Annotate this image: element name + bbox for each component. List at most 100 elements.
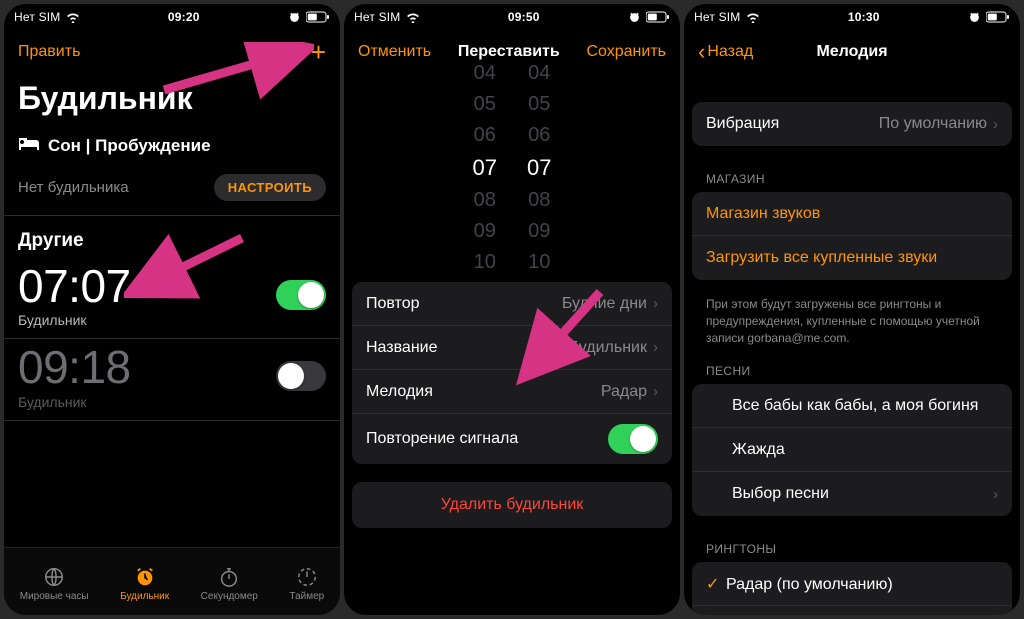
- battery-icon: [306, 11, 330, 23]
- carrier-text: Нет SIM: [694, 10, 741, 24]
- others-header: Другие: [4, 216, 340, 258]
- vibration-row[interactable]: Вибрация По умолчанию ›: [692, 102, 1012, 146]
- song-name: Все бабы как бабы, а моя богиня: [706, 397, 978, 415]
- add-alarm-button[interactable]: +: [256, 39, 326, 65]
- status-time: 09:50: [508, 10, 540, 24]
- tab-label: Будильник: [120, 591, 169, 602]
- timer-icon: [294, 565, 320, 589]
- snooze-label: Повторение сигнала: [366, 430, 518, 448]
- nav-bar: ‹ Назад Мелодия: [684, 30, 1020, 74]
- back-label: Назад: [707, 43, 753, 61]
- snooze-toggle[interactable]: [608, 424, 658, 454]
- bed-icon: [18, 135, 40, 156]
- tab-label: Секундомер: [201, 591, 258, 602]
- name-value: Будильник: [569, 339, 647, 357]
- nav-bar: Править +: [4, 30, 340, 74]
- name-row[interactable]: Название Будильник ›: [352, 326, 672, 370]
- tab-alarm[interactable]: Будильник: [120, 565, 169, 602]
- screen-edit-alarm: Нет SIM 09:50 Отменить Переставить Сохра…: [344, 4, 680, 615]
- screen-alarm-list: Нет SIM 09:20 Править + Будильник Сон | …: [4, 4, 340, 615]
- chevron-right-icon: ›: [993, 116, 998, 133]
- status-alarm-icon: [628, 11, 641, 24]
- nav-bar: Отменить Переставить Сохранить: [344, 30, 680, 74]
- vibration-label: Вибрация: [706, 115, 779, 133]
- screen-sound-picker: Нет SIM 10:30 ‹ Назад Мелодия Вибрация П…: [684, 4, 1020, 615]
- edit-button[interactable]: Править: [18, 43, 88, 61]
- wifi-icon: [746, 12, 760, 23]
- globe-icon: [41, 565, 67, 589]
- download-purchased-link[interactable]: Загрузить все купленные звуки: [692, 236, 1012, 280]
- picker-hours[interactable]: 04 05 06 07 08 09 10: [473, 62, 497, 274]
- time-picker[interactable]: 04 05 06 07 08 09 10 04 05 06 07 08 09 1…: [344, 78, 680, 258]
- pick-song-label: Выбор песни: [706, 485, 829, 503]
- page-title: Будильник: [4, 74, 340, 125]
- sound-label: Мелодия: [366, 383, 433, 401]
- cancel-button[interactable]: Отменить: [358, 43, 431, 61]
- tab-timer[interactable]: Таймер: [289, 565, 324, 602]
- chevron-right-icon: ›: [993, 486, 998, 503]
- status-time: 09:20: [168, 10, 200, 24]
- chevron-left-icon: ‹: [698, 43, 705, 61]
- sound-value: Радар: [601, 383, 647, 401]
- picker-minutes[interactable]: 04 05 06 07 08 09 10: [527, 62, 551, 274]
- alarm-toggle[interactable]: [276, 280, 326, 310]
- tab-world-clock[interactable]: Мировые часы: [20, 565, 89, 602]
- checkmark-icon: ✓: [706, 574, 726, 594]
- chevron-right-icon: ›: [653, 383, 658, 400]
- name-label: Название: [366, 339, 438, 357]
- alarm-row[interactable]: 07:07 Будильник: [4, 258, 340, 339]
- sound-row[interactable]: Мелодия Радар ›: [352, 370, 672, 414]
- snooze-row: Повторение сигнала: [352, 414, 672, 464]
- repeat-row[interactable]: Повтор Будние дни ›: [352, 282, 672, 326]
- song-row[interactable]: Все бабы как бабы, а моя богиня: [692, 384, 1012, 428]
- alarm-toggle[interactable]: [276, 361, 326, 391]
- carrier-text: Нет SIM: [14, 10, 61, 24]
- status-bar: Нет SIM 09:20: [4, 4, 340, 30]
- status-bar: Нет SIM 10:30: [684, 4, 1020, 30]
- song-row[interactable]: Жажда: [692, 428, 1012, 472]
- alarm-row[interactable]: 09:18 Будильник: [4, 339, 340, 420]
- back-button[interactable]: ‹ Назад: [698, 43, 768, 61]
- vibration-value: По умолчанию: [879, 115, 987, 133]
- songs-header: ПЕСНИ: [684, 346, 1020, 384]
- tab-bar: Мировые часы Будильник Секундомер Таймер: [4, 547, 340, 615]
- ringtone-row[interactable]: ✓Радар (по умолчанию): [692, 562, 1012, 606]
- ringtone-row[interactable]: Апекс: [692, 606, 1012, 615]
- alarm-clock-icon: [132, 565, 158, 589]
- wifi-icon: [406, 12, 420, 23]
- store-helper-text: При этом будут загружены все рингтоны и …: [684, 288, 1020, 346]
- repeat-label: Повтор: [366, 295, 420, 313]
- alarm-time: 09:18: [18, 343, 131, 391]
- alarm-label: Будильник: [18, 312, 131, 328]
- nav-title: Мелодия: [816, 43, 887, 61]
- alarm-time: 07:07: [18, 262, 131, 310]
- no-alarm-row: Нет будильника НАСТРОИТЬ: [4, 166, 340, 215]
- pick-song-row[interactable]: Выбор песни ›: [692, 472, 1012, 516]
- tab-stopwatch[interactable]: Секундомер: [201, 565, 258, 602]
- status-time: 10:30: [848, 10, 880, 24]
- sleep-section-header: Сон | Пробуждение: [4, 125, 340, 166]
- delete-alarm-button[interactable]: Удалить будильник: [352, 482, 672, 528]
- stopwatch-icon: [216, 565, 242, 589]
- tab-label: Таймер: [289, 591, 324, 602]
- status-bar: Нет SIM 09:50: [344, 4, 680, 30]
- tab-label: Мировые часы: [20, 591, 89, 602]
- store-header: МАГАЗИН: [684, 154, 1020, 192]
- repeat-value: Будние дни: [562, 295, 647, 313]
- ringtones-header: РИНГТОНЫ: [684, 524, 1020, 562]
- no-alarm-text: Нет будильника: [18, 179, 129, 196]
- wifi-icon: [66, 12, 80, 23]
- setup-button[interactable]: НАСТРОИТЬ: [214, 174, 326, 201]
- save-button[interactable]: Сохранить: [586, 43, 666, 61]
- status-alarm-icon: [968, 11, 981, 24]
- chevron-right-icon: ›: [653, 339, 658, 356]
- battery-icon: [986, 11, 1010, 23]
- song-name: Жажда: [706, 441, 785, 459]
- nav-title: Переставить: [458, 43, 560, 61]
- carrier-text: Нет SIM: [354, 10, 401, 24]
- tone-store-link[interactable]: Магазин звуков: [692, 192, 1012, 236]
- chevron-right-icon: ›: [653, 295, 658, 312]
- battery-icon: [646, 11, 670, 23]
- status-alarm-icon: [288, 11, 301, 24]
- ringtone-name: Радар (по умолчанию): [726, 576, 893, 593]
